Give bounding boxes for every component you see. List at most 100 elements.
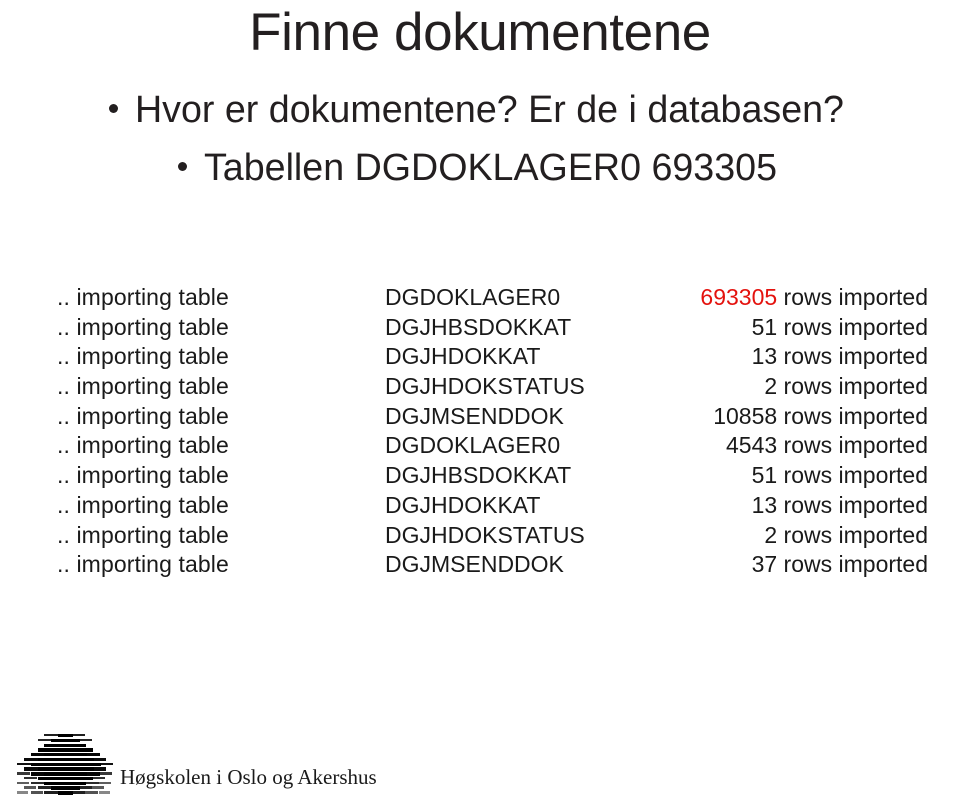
log-row-table-name: DGJHBSDOKKAT [385, 462, 572, 489]
table-row: .. importing table DGJHDOKKAT 13 rows impo… [0, 342, 960, 372]
log-row-table-name: DGJHDOKSTATUS [385, 521, 585, 548]
log-row-table-name: DGJMSENDDOK [385, 551, 564, 578]
logo-dash [17, 772, 30, 775]
logo-dash [37, 776, 53, 781]
logo-dash [30, 772, 46, 776]
logo-dash [92, 757, 107, 762]
log-row-prefix: .. importing table [57, 491, 229, 518]
footer-institution-label: Høgskolen i Oslo og Akershus [120, 765, 377, 789]
log-row-prefix: .. importing table [57, 343, 229, 370]
log-row-count: 51 rows imported [752, 461, 928, 491]
logo-dash [85, 772, 100, 776]
log-row-prefix: .. importing table [57, 462, 229, 489]
table-row: .. importing table DGDOKLAGER0 693305 rows… [0, 283, 960, 313]
log-row-count-value: 37 [751, 551, 778, 578]
logo-dash [23, 767, 39, 771]
logo-dash [64, 738, 80, 743]
bullet-dot-icon [177, 162, 187, 171]
log-row-count: 37 rows imported [752, 550, 928, 580]
hioa-logo-icon [16, 733, 114, 795]
table-row: .. importing table DGJHBSDOKKAT 51 rows im… [0, 313, 960, 343]
logo-dash [44, 791, 58, 794]
log-row-prefix: .. importing table [57, 284, 229, 310]
log-row-count-suffix: rows imported [777, 343, 928, 370]
log-row-count-suffix: rows imported [777, 313, 928, 340]
logo-dash [78, 776, 94, 781]
logo-dash [99, 781, 111, 785]
import-log-output: .. importing table DGDOKLAGER0 693305 rows… [0, 283, 960, 580]
log-row-count-value: 51 [751, 462, 778, 489]
table-row: .. importing table DGJMSENDDOK 10858 rows … [0, 402, 960, 432]
log-row-count-value: 4543 [726, 432, 778, 459]
bullet-item-2: Tabellen DGDOKLAGER0 693305 [0, 146, 960, 204]
log-row-table-name: DGDOKLAGER0 [385, 432, 561, 459]
log-row-count: 2 rows imported [764, 521, 928, 551]
log-row-count: 4543 rows imported [726, 431, 928, 461]
logo-dash [78, 786, 92, 789]
logo-dash [23, 776, 37, 780]
logo-dash [17, 791, 28, 794]
logo-dash [85, 781, 99, 785]
log-row-count-suffix: rows imported [777, 284, 928, 310]
logo-dash [44, 734, 58, 737]
logo-dash [30, 753, 46, 757]
log-row-count-value: 51 [751, 313, 778, 340]
bullet-list: Hvor er dokumentene? Er de i databasen? … [0, 88, 960, 204]
log-row-count-suffix: rows imported [777, 462, 928, 489]
log-row-prefix: .. importing table [57, 521, 229, 548]
logo-dash [30, 781, 44, 785]
log-row-table-name: DGJHDOKKAT [385, 343, 541, 370]
table-row: .. importing table DGJMSENDDOK 37 rows imp… [0, 550, 960, 580]
log-row-table-name: DGJHDOKSTATUS [385, 373, 585, 400]
log-row-count: 2 rows imported [764, 372, 928, 402]
log-row-prefix: .. importing table [57, 432, 229, 459]
footer: Høgskolen i Oslo og Akershus [16, 725, 377, 795]
table-row: .. importing table DGJHDOKSTATUS 2 rows im… [0, 521, 960, 551]
page-title: Finne dokumentene [249, 3, 711, 62]
log-row-prefix: .. importing table [57, 313, 229, 340]
log-row-count-highlight: 693305 [700, 284, 778, 310]
log-row-count: 51 rows imported [752, 313, 928, 343]
logo-dash [71, 791, 86, 794]
log-row-count-value: 13 [751, 343, 778, 370]
bullet-item-1-label: Hvor er dokumentene? Er de i databasen? [134, 89, 844, 131]
log-row-table-name: DGJHBSDOKKAT [385, 313, 572, 340]
logo-dash [51, 786, 66, 790]
logo-dash [71, 734, 86, 737]
table-row: .. importing table DGJHDOKKAT 13 rows impo… [0, 491, 960, 521]
logo-dash [99, 791, 110, 794]
log-row-count-suffix: rows imported [777, 402, 928, 429]
logo-dash [64, 786, 80, 790]
log-row-count: 13 rows imported [752, 342, 928, 372]
logo-dash [92, 767, 107, 771]
log-row-count-suffix: rows imported [777, 373, 928, 400]
logo-dash [51, 738, 66, 743]
logo-dash [44, 743, 60, 747]
logo-dash [71, 781, 87, 786]
logo-dash [23, 786, 36, 789]
log-row-count-suffix: rows imported [777, 521, 928, 548]
logo-dash [17, 762, 32, 765]
log-row-count-value: 2 [764, 373, 778, 400]
logo-dash [99, 772, 112, 775]
logo-dash [37, 786, 51, 789]
log-row-count-suffix: rows imported [777, 551, 928, 578]
log-row-count-value: 13 [751, 491, 778, 518]
logo-dash [30, 791, 43, 794]
table-row: .. importing table DGJHBSDOKKAT 51 rows im… [0, 461, 960, 491]
bullet-item-1: Hvor er dokumentene? Er de i databasen? [0, 88, 960, 146]
logo-dash [85, 753, 100, 757]
logo-dash [92, 776, 106, 780]
table-row: .. importing table DGDOKLAGER0 4543 rows i… [0, 431, 960, 461]
log-row-count: 10858 rows imported [713, 402, 928, 432]
logo-dash [23, 757, 39, 762]
bullet-dot-icon [108, 104, 118, 113]
logo-dash [78, 748, 94, 752]
log-row-table-name: DGJMSENDDOK [385, 402, 564, 429]
log-row-count-suffix: rows imported [777, 491, 928, 518]
log-row-table-name: DGJHDOKKAT [385, 491, 541, 518]
log-row-count-suffix: rows imported [777, 432, 928, 459]
logo-dash [17, 781, 29, 785]
log-row-count-value: 2 [764, 521, 778, 548]
logo-dash [92, 786, 105, 789]
